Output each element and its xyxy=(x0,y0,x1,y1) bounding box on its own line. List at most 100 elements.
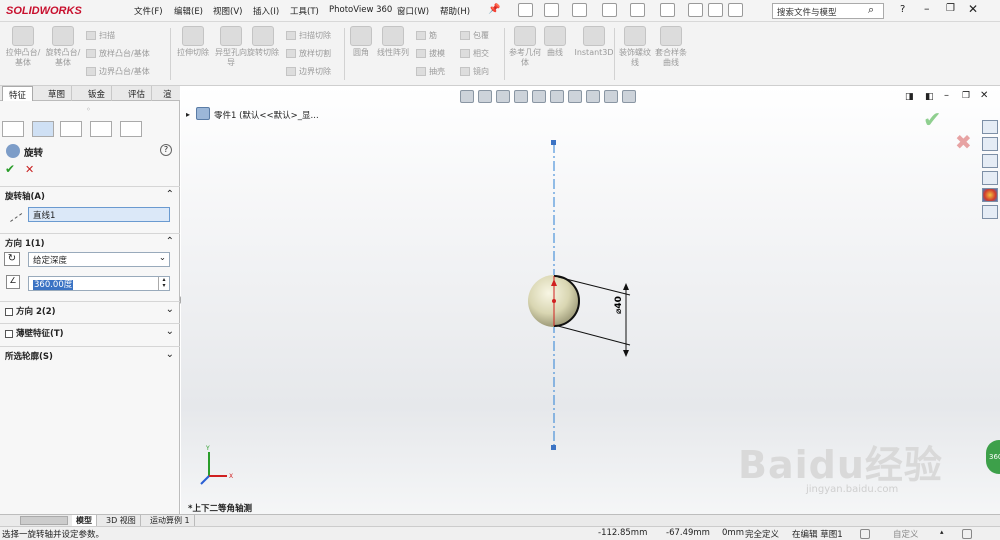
ribbon-extrude-boss[interactable]: 拉伸凸台/基体 xyxy=(4,26,42,68)
print-icon[interactable] xyxy=(602,3,617,17)
ribbon-intersect[interactable]: 相交 xyxy=(460,48,489,59)
svg-text:X: X xyxy=(229,473,233,480)
direction1-section-header[interactable]: 方向 1(1) ⌃ xyxy=(0,233,180,251)
select-icon[interactable] xyxy=(660,3,675,17)
file-properties-icon[interactable] xyxy=(708,3,723,17)
save-icon[interactable] xyxy=(572,3,587,17)
status-units[interactable]: 自定义 xyxy=(893,528,919,540)
thin-feature-checkbox[interactable] xyxy=(5,329,13,338)
menu-tools[interactable]: 工具(T) xyxy=(290,5,319,17)
end-condition-select[interactable]: 给定深度 ⌄ xyxy=(28,252,170,267)
ribbon-revolve-cut[interactable]: 旋转切除 xyxy=(244,26,282,58)
ribbon-lofted-cut[interactable]: 放样切割 xyxy=(286,48,331,59)
direction2-checkbox[interactable] xyxy=(5,307,13,316)
revolve-boss-icon xyxy=(52,26,74,46)
ribbon-extrude-cut[interactable]: 拉伸切除 xyxy=(174,26,212,58)
reverse-direction-icon[interactable]: ↻ xyxy=(4,252,20,266)
bottom-tab-bar: 模型 3D 视图 运动算例 1 xyxy=(0,514,1000,527)
svg-text:Y: Y xyxy=(205,445,210,452)
feature-tree-tab-icon[interactable] xyxy=(2,121,24,137)
search-icon[interactable]: ⌕ xyxy=(868,3,874,17)
status-bar: 选择一旋转轴并设定参数。 -112.85mm -67.49mm 0mm 完全定义… xyxy=(0,526,1000,540)
options-gear-icon[interactable] xyxy=(728,3,743,17)
property-manager-tab-icon[interactable] xyxy=(32,121,54,137)
ribbon-cosmetic-thread[interactable]: 装饰螺纹线 xyxy=(616,26,654,68)
ribbon-boundary-cut[interactable]: 边界切除 xyxy=(286,66,331,77)
tab-sheet-metal[interactable]: 钣金 xyxy=(82,86,113,101)
ribbon-curves[interactable]: 曲线 xyxy=(536,26,574,58)
sidebar-badge-icon[interactable]: 360 xyxy=(986,440,1000,474)
status-z-coord: 0mm xyxy=(722,528,744,538)
cancel-x-icon[interactable]: ✕ xyxy=(25,163,34,176)
axis-selection-field[interactable]: 直线1 xyxy=(28,207,170,222)
help-icon[interactable]: ? xyxy=(900,4,905,15)
property-manager: ◦ 旋转 ? ✔ ✕ 旋转轴(A) ⌃ 直线1 方向 1(1) ⌃ ↻ 给定深度 ⌄ … xyxy=(0,101,180,514)
ribbon-shell[interactable]: 抽壳 xyxy=(416,66,445,77)
close-icon[interactable]: ✕ xyxy=(968,2,978,16)
ribbon-instant3d[interactable]: Instant3D xyxy=(572,26,616,58)
menu-help[interactable]: 帮助(H) xyxy=(440,5,470,17)
new-file-icon[interactable] xyxy=(518,3,533,17)
selected-contours-section-header[interactable]: 所选轮廓(S) ⌄ xyxy=(0,346,180,364)
ribbon-divider xyxy=(170,28,171,80)
restore-icon[interactable]: ❐ xyxy=(946,3,955,14)
direction2-section-header[interactable]: 方向 2(2) ⌄ xyxy=(0,301,180,319)
extrude-cut-icon xyxy=(182,26,204,46)
menu-window[interactable]: 窗口(W) xyxy=(397,5,429,17)
fillet-icon xyxy=(350,26,372,46)
pin-icon[interactable]: 📌 xyxy=(488,4,500,15)
rebuild-icon[interactable] xyxy=(688,3,703,17)
ribbon-swept-cut[interactable]: 扫描切除 xyxy=(286,30,331,41)
help-icon[interactable]: ? xyxy=(160,144,172,156)
hole-wizard-icon xyxy=(220,26,242,46)
config-manager-tab-icon[interactable] xyxy=(60,121,82,137)
menu-photoview[interactable]: PhotoView 360 xyxy=(329,5,392,15)
ribbon-linear-pattern[interactable]: 线性阵列 xyxy=(374,26,412,58)
baidu-watermark-url: jingyan.baidu.com xyxy=(806,484,899,495)
tab-sketch[interactable]: 草图 xyxy=(42,86,73,101)
tab-evaluate[interactable]: 评估 xyxy=(122,86,153,101)
undo-icon[interactable] xyxy=(630,3,645,17)
tab-features[interactable]: 特征 xyxy=(2,86,34,101)
open-file-icon[interactable] xyxy=(544,3,559,17)
linear-pattern-icon xyxy=(382,26,404,46)
ribbon-wrap[interactable]: 包覆 xyxy=(460,30,489,41)
center-point xyxy=(552,299,556,303)
ribbon-sweep[interactable]: 扫描 xyxy=(86,30,115,41)
spinner-icon: ▴ ▾ xyxy=(158,277,169,290)
baidu-watermark: Baidu经验 xyxy=(738,443,943,487)
reference-geometry-icon xyxy=(514,26,536,46)
status-message: 选择一旋转轴并设定参数。 xyxy=(2,530,105,540)
ribbon-draft[interactable]: 拔模 xyxy=(416,48,445,59)
menu-insert[interactable]: 插入(I) xyxy=(253,5,279,17)
menu-edit[interactable]: 编辑(E) xyxy=(174,5,203,17)
ribbon-rib[interactable]: 筋 xyxy=(416,30,437,41)
rebuild-status-icon[interactable] xyxy=(860,529,870,539)
ribbon-fit-spline[interactable]: 套合样条曲线 xyxy=(652,26,690,68)
command-manager-ribbon: 拉伸凸台/基体 旋转凸台/基体 扫描 放样凸台/基体 边界凸台/基体 拉伸切除 … xyxy=(0,22,1000,86)
panel-grip[interactable]: ◦ xyxy=(86,105,91,114)
diameter-dimension-label: ⌀40 xyxy=(614,296,624,314)
ribbon-mirror[interactable]: 镜向 xyxy=(460,66,489,77)
display-manager-tab-icon[interactable] xyxy=(120,121,142,137)
menu-view[interactable]: 视图(V) xyxy=(213,5,242,17)
units-dropdown-icon[interactable]: ▴ xyxy=(940,528,944,536)
angle-input[interactable]: 360.00度 ▴ ▾ xyxy=(28,276,170,291)
status-sketch-state: 完全定义 xyxy=(745,530,780,540)
menu-file[interactable]: 文件(F) xyxy=(134,5,163,17)
tab-render-tools[interactable]: 渲染工具 xyxy=(160,86,180,136)
ribbon-boundary[interactable]: 边界凸台/基体 xyxy=(86,66,150,77)
ribbon-revolve-boss[interactable]: 旋转凸台/基体 xyxy=(44,26,82,68)
title-bar: SOLIDWORKS 文件(F) 编辑(E) 视图(V) 插入(I) 工具(T)… xyxy=(0,0,1000,22)
ok-check-icon[interactable]: ✔ xyxy=(5,162,15,176)
quick-tips-icon[interactable] xyxy=(962,529,972,539)
minimize-icon[interactable]: – xyxy=(924,2,930,15)
status-editing: 在编辑 草图1 xyxy=(792,530,843,540)
tab-scroll-arrows[interactable] xyxy=(20,516,68,525)
dimxpert-tab-icon[interactable] xyxy=(90,121,112,137)
axis-section-header[interactable]: 旋转轴(A) ⌃ xyxy=(0,186,180,204)
chevron-down-icon: ⌄ xyxy=(158,253,166,263)
feature-title: 旋转 xyxy=(24,148,44,159)
thin-feature-section-header[interactable]: 薄壁特征(T) ⌄ xyxy=(0,323,180,341)
ribbon-loft[interactable]: 放样凸台/基体 xyxy=(86,48,150,59)
